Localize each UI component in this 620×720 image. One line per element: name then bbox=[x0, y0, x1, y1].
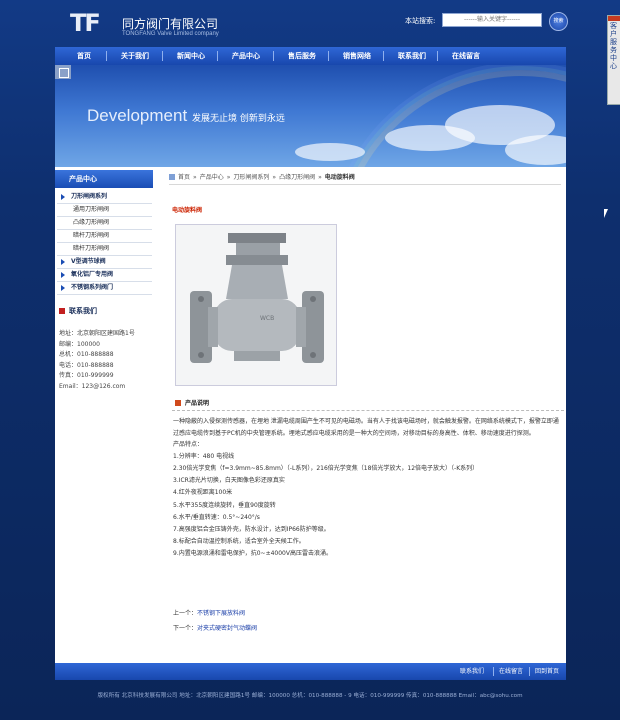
banner: Development 发展无止境 创新到永远 bbox=[55, 65, 566, 167]
desc-square-icon bbox=[175, 400, 181, 406]
contact-line: 总机：010-888888 bbox=[59, 351, 114, 358]
category-item[interactable]: 氧化铝厂专用阀 bbox=[57, 269, 152, 282]
divider bbox=[172, 410, 564, 411]
contact-line: 传真：010-999999 bbox=[59, 372, 114, 379]
nav-separator bbox=[217, 51, 218, 61]
feature-item: 7.高强度铝合金压铸外壳，防水设计，达到IP66防护等级。 bbox=[173, 525, 330, 533]
contact-line: 邮编：100000 bbox=[59, 340, 100, 348]
breadcrumb-link[interactable]: 刀形闸阀系列 bbox=[233, 174, 269, 181]
mouse-cursor-icon bbox=[604, 209, 608, 218]
cloud-decoration bbox=[295, 143, 365, 161]
footer-link[interactable]: 联系我们 bbox=[460, 663, 484, 680]
home-icon bbox=[169, 174, 175, 180]
desc-paragraph: 一种隐蔽的入侵探测传感器，在埋地 泄漏电缆周围产生不可见的电磁场。当有人于找该电… bbox=[173, 418, 559, 437]
breadcrumb-link[interactable]: 首页 bbox=[178, 174, 190, 181]
search-input[interactable] bbox=[442, 13, 542, 27]
category-item[interactable]: 刀形闸阀系列 bbox=[57, 191, 152, 204]
nav-separator bbox=[328, 51, 329, 61]
features-title: 产品特点： bbox=[173, 441, 204, 449]
category-item[interactable]: 凸缘刀形闸阀 bbox=[57, 217, 152, 230]
prev-product-link[interactable]: 不锈钢下展放料阀 bbox=[197, 610, 245, 617]
nav-item-5[interactable]: 销售网络 bbox=[330, 47, 384, 65]
copyright: 版权所有 北京科技发展有限公司 地址：北京朝阳区建国路1号 邮编：100000 … bbox=[97, 693, 523, 699]
next-product: 下一个：对夹式硬密封气动蝶阀 bbox=[173, 623, 257, 632]
company-name-cn: 同方阀门有限公司 bbox=[122, 17, 219, 31]
nav-separator bbox=[106, 51, 107, 61]
search-button[interactable]: 搜索 bbox=[549, 12, 568, 31]
breadcrumb-separator: » bbox=[318, 174, 322, 181]
nav-item-4[interactable]: 售后服务 bbox=[275, 47, 329, 65]
feature-item: 2.30倍光学变焦（f=3.9mm~85.8mm）（-L系列），216倍光学变焦… bbox=[173, 464, 479, 472]
contact-title: 联系我们 bbox=[59, 306, 149, 318]
contact-square-icon bbox=[59, 308, 65, 314]
feature-item: 5.水平355度连续旋转，垂直90度旋转 bbox=[173, 501, 276, 509]
feature-item: 4.红外夜视距离100米 bbox=[173, 489, 233, 497]
feature-item: 1.分辨率：480 电视线 bbox=[173, 452, 235, 460]
category-item[interactable]: 暗杆刀形闸阀 bbox=[57, 243, 152, 256]
footer-separator bbox=[493, 667, 494, 676]
nav-item-2[interactable]: 新闻中心 bbox=[164, 47, 218, 65]
product-description: 一种隐蔽的入侵探测传感器，在埋地 泄漏电缆周围产生不可见的电磁场。当有人于找该电… bbox=[173, 416, 561, 560]
feature-item: 3.ICR滤光片切换，白天图像色彩还原真实 bbox=[173, 477, 285, 485]
nav-item-7[interactable]: 在线留言 bbox=[439, 47, 493, 65]
contact-info: 地址：北京朝阳区建国路1号 邮编：100000 总机：010-888888 电话：01… bbox=[59, 329, 154, 392]
banner-english: Development bbox=[87, 106, 188, 125]
nav-separator bbox=[383, 51, 384, 61]
company-name-en: TONGFANG Valve Limited company bbox=[122, 31, 219, 37]
customer-service-label: 客户服务中心 bbox=[610, 22, 617, 70]
prev-label: 上一个： bbox=[173, 610, 198, 617]
nav-item-1[interactable]: 关于我们 bbox=[108, 47, 162, 65]
banner-corner-icon bbox=[55, 65, 71, 79]
desc-title-text: 产品说明 bbox=[185, 400, 210, 407]
page: TF 同方阀门有限公司 TONGFANG Valve Limited compa… bbox=[0, 0, 620, 720]
breadcrumb-separator: » bbox=[272, 174, 277, 181]
product-title: 电动旋料阀 bbox=[172, 207, 203, 214]
contact-line: Email：123@126.com bbox=[59, 382, 126, 390]
breadcrumb-separator: » bbox=[193, 174, 197, 181]
nav-separator bbox=[162, 51, 163, 61]
contact-line: 电话：010-888888 bbox=[59, 361, 114, 369]
feature-item: 6.水平/垂直转速：0.5°~240°/s bbox=[173, 513, 260, 521]
category-list: 刀形闸阀系列 通用刀形闸阀 凸缘刀形闸阀 暗杆刀形闸阀 暗杆刀形闸阀 V型调节球阀 氧化铝厂… bbox=[57, 191, 152, 295]
nav-item-0[interactable]: 首页 bbox=[57, 47, 111, 65]
footer-link[interactable]: 回到首页 bbox=[535, 663, 559, 680]
breadcrumb: 首页» 产品中心» 刀形闸阀系列» 凸缘刀形闸阀» 电动旋料阀 bbox=[169, 172, 561, 185]
feature-item: 8.标配合自动温控制系统，适合室外全天候工作。 bbox=[173, 538, 305, 546]
footer-separator bbox=[529, 667, 530, 676]
feature-list: 1.分辨率：480 电视线 2.30倍光学变焦（f=3.9mm~85.8mm）（-… bbox=[173, 451, 561, 560]
sidebar-title: 产品中心 bbox=[55, 170, 153, 188]
footer-link[interactable]: 在线留言 bbox=[499, 663, 523, 680]
nav-item-3[interactable]: 产品中心 bbox=[219, 47, 273, 65]
footer-bar: 联系我们 在线留言 回到首页 bbox=[55, 663, 566, 680]
category-item[interactable]: V型调节球阀 bbox=[57, 256, 152, 269]
nav-separator bbox=[437, 51, 438, 61]
main-nav: 首页 关于我们 新闻中心 产品中心 售后服务 销售网络 联系我们 在线留言 bbox=[55, 47, 566, 65]
category-item[interactable]: 暗杆刀形闸阀 bbox=[57, 230, 152, 243]
breadcrumb-current: 电动旋料阀 bbox=[324, 174, 355, 181]
next-label: 下一个： bbox=[173, 625, 198, 632]
breadcrumb-link[interactable]: 凸缘刀形闸阀 bbox=[279, 174, 315, 181]
banner-slogan: 发展无止境 创新到永远 bbox=[192, 114, 285, 124]
contact-line: 地址：北京朝阳区建国路1号 bbox=[59, 330, 135, 337]
nav-item-6[interactable]: 联系我们 bbox=[385, 47, 439, 65]
feature-item: 9.内置电源浪涌和雷电保护，抗0~±4000V高压雷击浪涌。 bbox=[173, 550, 332, 558]
customer-service-tab[interactable]: 客户服务中心 bbox=[607, 15, 620, 105]
category-item[interactable]: 不锈钢系列阀门 bbox=[57, 282, 152, 295]
valve-illustration: WCB bbox=[176, 225, 336, 385]
logo-mark: TF bbox=[70, 9, 101, 37]
breadcrumb-separator: » bbox=[226, 174, 231, 181]
search-label: 本站搜索: bbox=[405, 17, 436, 25]
product-desc-title: 产品说明 bbox=[175, 398, 209, 407]
main-content: 产品中心 刀形闸阀系列 通用刀形闸阀 凸缘刀形闸阀 暗杆刀形闸阀 暗杆刀形闸阀 V型调节球… bbox=[55, 167, 566, 663]
company-logo[interactable]: TF 同方阀门有限公司 TONGFANG Valve Limited compa… bbox=[70, 11, 230, 43]
breadcrumb-link[interactable]: 产品中心 bbox=[200, 174, 224, 181]
next-product-link[interactable]: 对夹式硬密封气动蝶阀 bbox=[197, 625, 257, 632]
nav-separator bbox=[273, 51, 274, 61]
contact-title-text: 联系我们 bbox=[69, 307, 97, 315]
svg-text:WCB: WCB bbox=[260, 315, 274, 322]
tab-close-bar[interactable] bbox=[608, 16, 620, 21]
prev-product: 上一个：不锈钢下展放料阀 bbox=[173, 608, 245, 617]
category-item[interactable]: 通用刀形闸阀 bbox=[57, 204, 152, 217]
product-image[interactable]: WCB bbox=[175, 224, 337, 386]
